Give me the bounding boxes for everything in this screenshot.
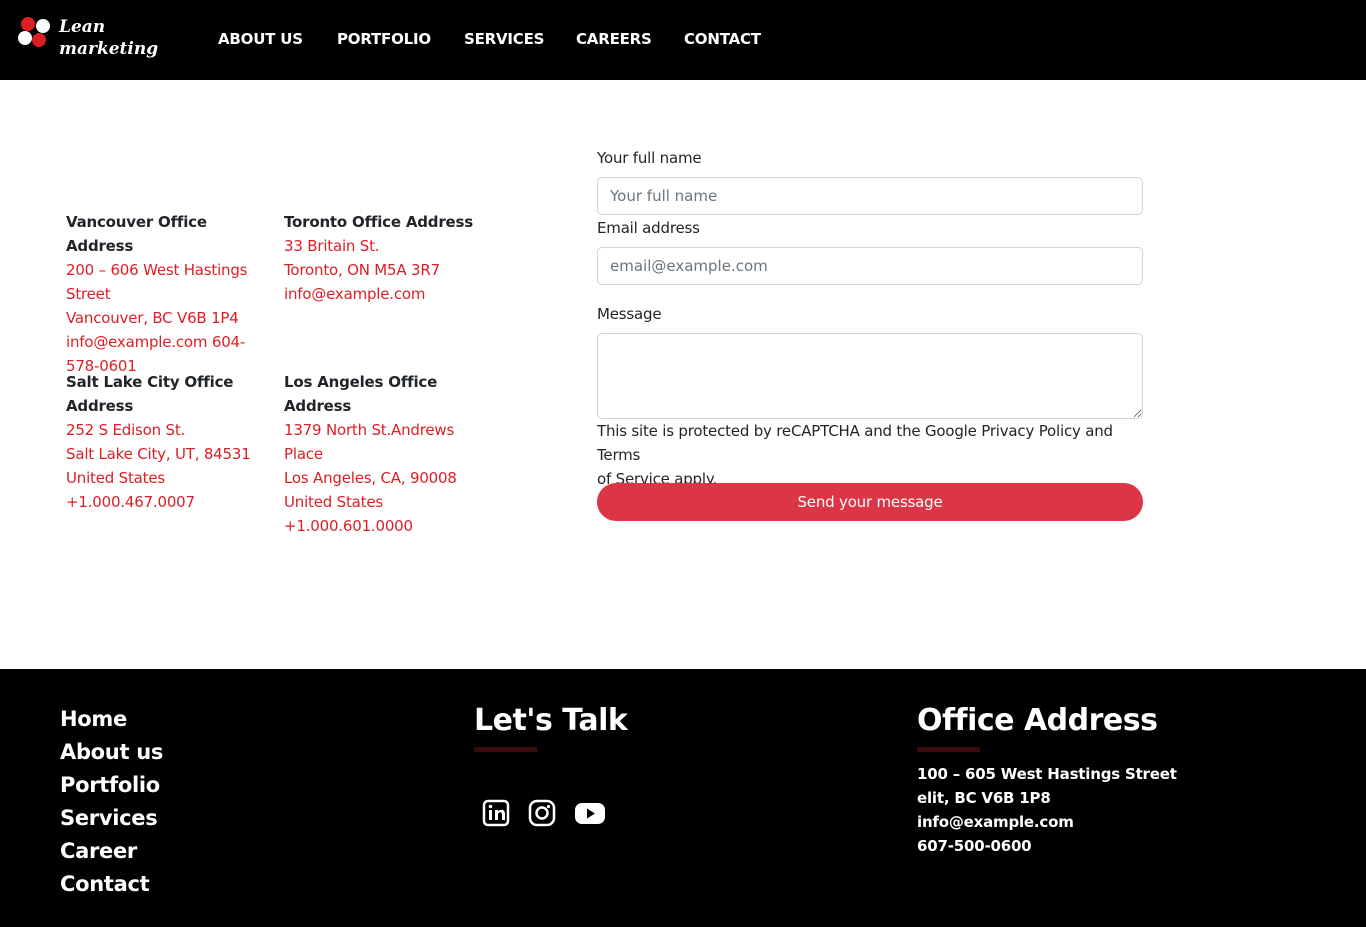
office-address-section: Office Address 100 – 605 West Hastings S… [917,701,1177,858]
office-title: Salt Lake City Office Address [66,370,266,418]
message-label: Message [597,305,662,323]
nav-about-us[interactable]: ABOUT US [218,30,303,48]
full-name-input[interactable] [597,177,1143,215]
office-line[interactable]: +1.000.467.0007 [66,490,266,514]
office-line: United States [66,469,165,487]
brand-line1: Lean [59,17,106,37]
office-salt-lake-city: Salt Lake City Office Address 252 S Edis… [66,370,266,514]
footer-address: 100 – 605 West Hastings Street elit, BC … [917,762,1177,858]
footer-link-contact[interactable]: Contact [60,868,163,901]
office-line: United States [284,493,383,511]
title-underline [917,747,980,752]
nav-services[interactable]: SERVICES [464,30,544,48]
address-line: elit, BC V6B 1P8 [917,789,1051,807]
office-line[interactable]: info@example.com 604- [66,330,266,354]
site-header: Lean marketing ABOUT US PORTFOLIO SERVIC… [0,0,1366,80]
name-label: Your full name [597,149,702,167]
linkedin-icon[interactable] [482,799,510,827]
office-title: Los Angeles Office Address [284,370,484,418]
brand-line2: marketing [59,39,159,59]
footer-link-services[interactable]: Services [60,802,163,835]
email-label: Email address [597,219,700,237]
office-toronto: Toronto Office Address 33 Britain St. To… [284,210,484,306]
youtube-icon[interactable] [574,799,606,827]
message-textarea[interactable] [597,333,1143,419]
brand-logo[interactable]: Lean marketing [14,14,164,64]
office-los-angeles: Los Angeles Office Address 1379 North St… [284,370,484,538]
office-line: Place [284,445,323,463]
office-line[interactable]: +1.000.601.0000 [284,514,484,538]
office-line[interactable]: info@example.com [284,282,484,306]
office-title: Toronto Office Address [284,213,473,231]
lets-talk-title: Let's Talk [474,703,628,738]
office-address-title: Office Address [917,703,1158,738]
recaptcha-notice: This site is protected by reCAPTCHA and … [597,419,1143,491]
office-line: 200 – 606 West Hastings [66,261,248,279]
address-phone: 607-500-0600 [917,837,1032,855]
office-title-line: Address [284,397,352,415]
footer-link-career[interactable]: Career [60,835,163,868]
send-message-button[interactable]: Send your message [597,483,1143,521]
office-line: 33 Britain St. [284,237,380,255]
footer-link-about[interactable]: About us [60,736,163,769]
nav-portfolio[interactable]: PORTFOLIO [337,30,431,48]
office-title-line: Address [66,397,134,415]
office-title-line: Salt Lake City Office [66,373,234,391]
address-line: 100 – 605 West Hastings Street [917,765,1177,783]
office-title-line: Los Angeles Office [284,373,438,391]
footer-nav: Home About us Portfolio Services Career … [60,703,163,901]
recaptcha-line: This site is protected by reCAPTCHA and … [597,422,1113,464]
address-email[interactable]: info@example.com [917,810,1177,834]
footer-link-home[interactable]: Home [60,703,163,736]
office-vancouver: Vancouver Office Address 200 – 606 West … [66,210,266,378]
lets-talk-section: Let's Talk [474,701,628,827]
office-line: Street [66,285,111,303]
instagram-icon[interactable] [528,799,556,827]
office-line: Los Angeles, CA, 90008 [284,469,457,487]
site-footer: Home About us Portfolio Services Career … [0,669,1366,927]
flower-logo-icon [18,17,50,47]
office-title: Vancouver Office Address [66,213,207,255]
office-line: Vancouver, BC V6B 1P4 [66,309,239,327]
office-line: Toronto, ON M5A 3R7 [284,261,440,279]
title-underline [474,747,537,752]
office-line: 252 S Edison St. [66,421,186,439]
nav-contact[interactable]: CONTACT [684,30,761,48]
email-input[interactable] [597,247,1143,285]
nav-careers[interactable]: CAREERS [576,30,652,48]
office-line: 1379 North St.Andrews [284,421,455,439]
office-line: Salt Lake City, UT, 84531 [66,445,251,463]
brand-name: Lean marketing [59,16,158,60]
footer-link-portfolio[interactable]: Portfolio [60,769,163,802]
